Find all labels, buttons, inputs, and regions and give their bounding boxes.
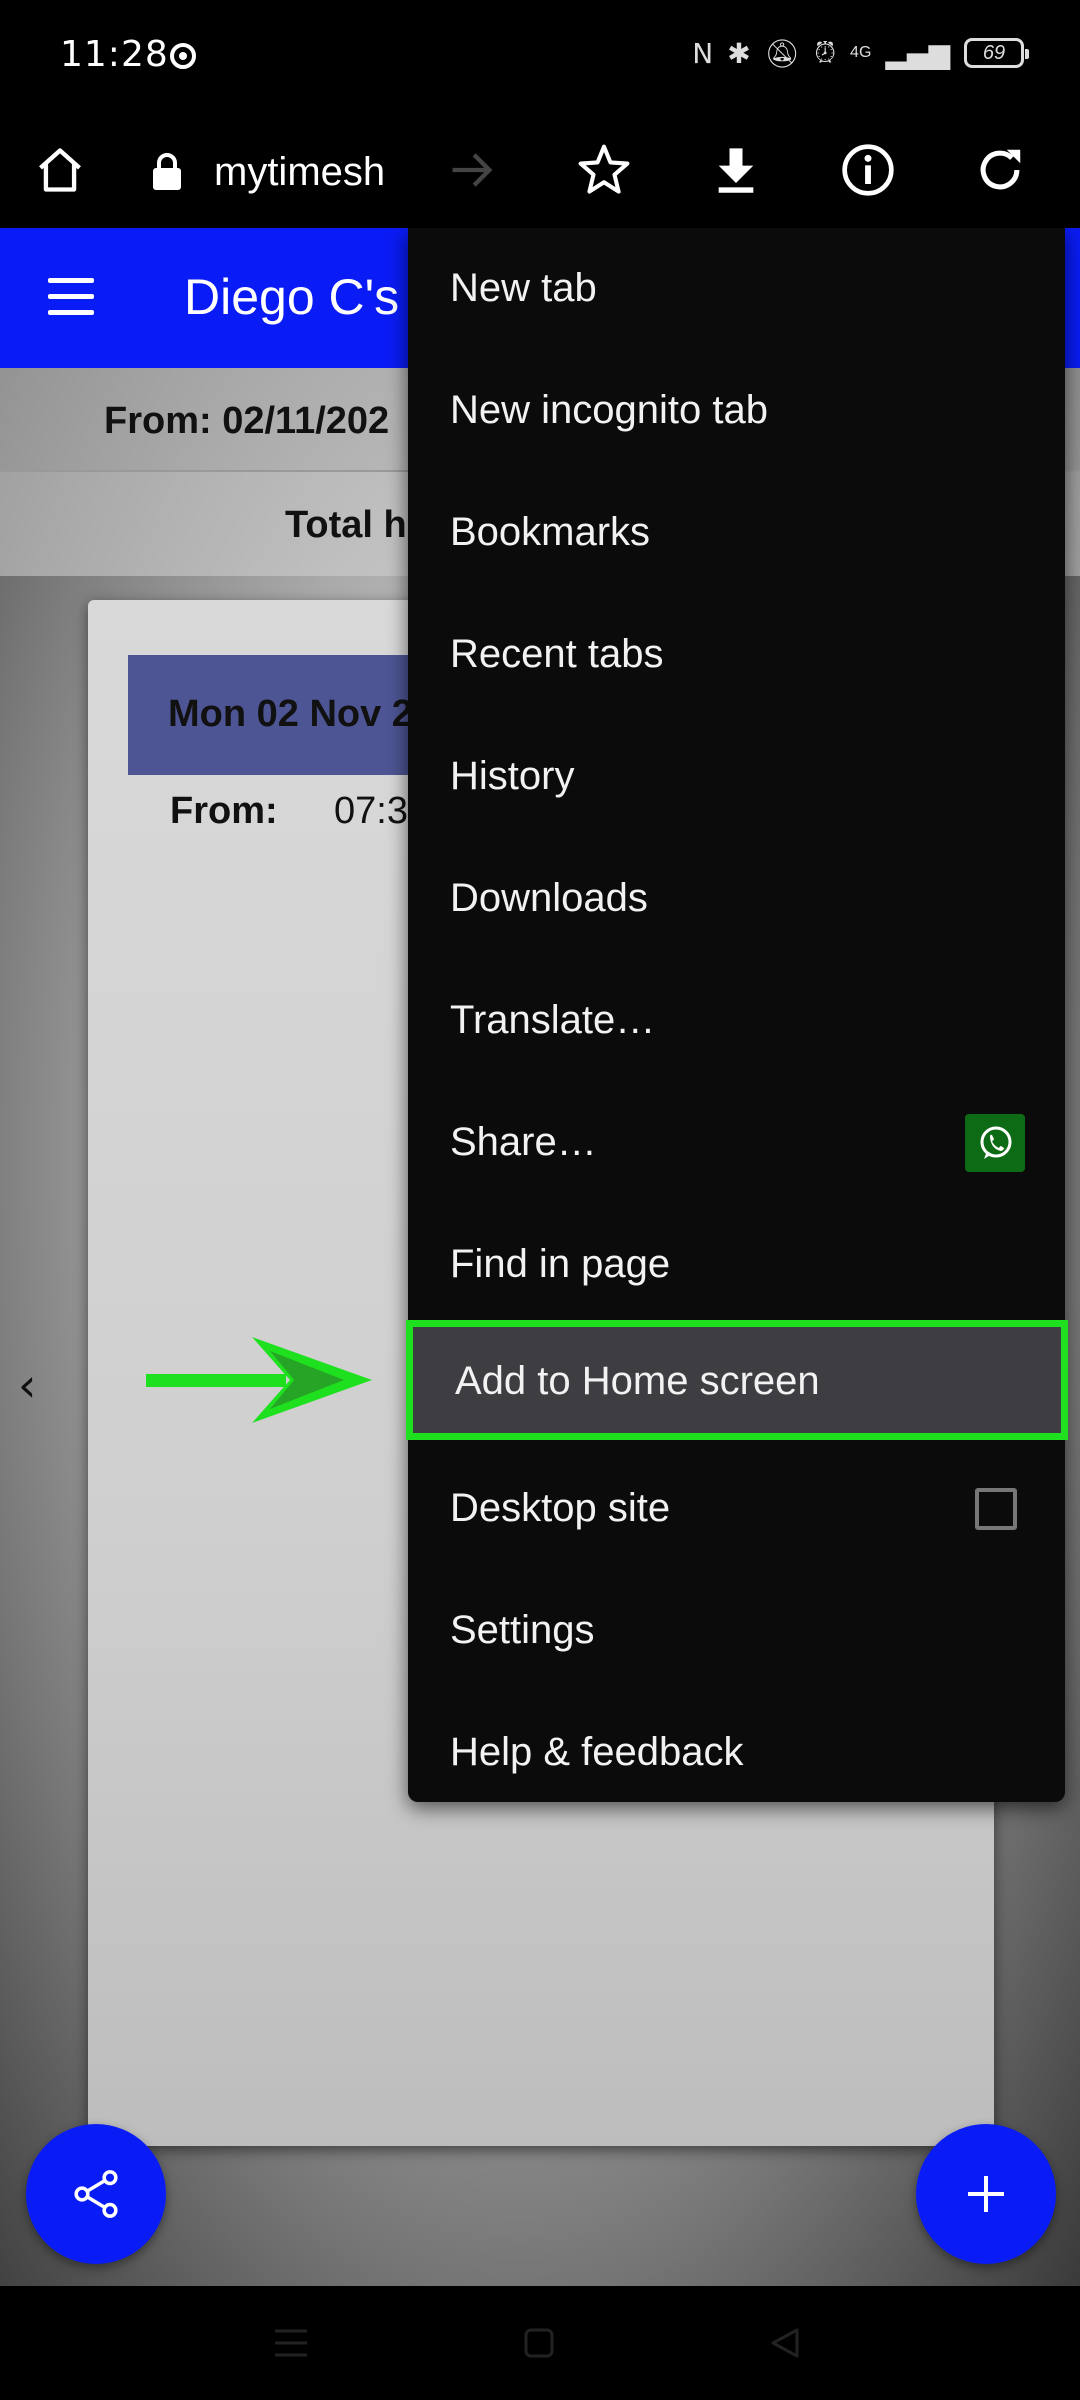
menu-item-history[interactable]: History <box>408 716 1065 838</box>
menu-item-new-incognito-tab[interactable]: New incognito tab <box>408 350 1065 472</box>
share-icon <box>74 2170 118 2218</box>
address-bar[interactable]: mytimesh <box>150 142 385 202</box>
menu-item-label: Share… <box>450 1120 597 1164</box>
menu-item-add-to-home-screen[interactable]: Add to Home screen <box>406 1320 1068 1440</box>
menu-icon[interactable] <box>48 278 94 318</box>
star-icon[interactable] <box>568 134 640 206</box>
add-button[interactable] <box>916 2124 1056 2264</box>
menu-item-label: Translate… <box>450 998 656 1042</box>
mute-icon: 🔕︎ <box>764 36 801 70</box>
chevron-left-icon[interactable]: ‹ <box>18 1358 36 1412</box>
info-icon[interactable] <box>832 134 904 206</box>
menu-item-share[interactable]: Share… <box>408 1082 1065 1204</box>
plus-icon <box>968 2176 1004 2212</box>
menu-item-settings[interactable]: Settings <box>408 1570 1065 1692</box>
menu-item-label: Desktop site <box>450 1486 671 1530</box>
menu-item-label: Settings <box>450 1608 595 1652</box>
date-range-text: From: 02/11/202 <box>104 400 390 442</box>
menu-item-label: History <box>450 754 575 798</box>
signal-icon: ▂▄▆ <box>885 36 950 70</box>
whatsapp-icon[interactable] <box>965 1114 1025 1172</box>
menu-item-label: Find in page <box>450 1242 671 1286</box>
annotation-arrow-icon <box>146 1337 372 1423</box>
overflow-menu: New tab New incognito tab Bookmarks Rece… <box>406 228 1068 1802</box>
status-bar: 11:28 N ✱ 🔕︎ ⏰︎ 4G ▂▄▆ 69 <box>0 0 1080 112</box>
page-title: Diego C's <box>184 269 400 325</box>
status-icons: N ✱ 🔕︎ ⏰︎ 4G ▂▄▆ 69 <box>692 36 1029 70</box>
from-time: 07:3 <box>334 790 408 832</box>
menu-item-find-in-page[interactable]: Find in page <box>408 1204 1065 1326</box>
nfc-icon: N <box>692 36 714 70</box>
menu-item-label: Downloads <box>450 876 648 920</box>
notification-icon <box>170 43 196 69</box>
menu-item-label: Add to Home screen <box>455 1359 820 1403</box>
alarm-icon: ⏰︎ <box>814 36 837 69</box>
from-label: From: <box>170 790 278 832</box>
menu-item-downloads[interactable]: Downloads <box>408 838 1065 960</box>
download-icon[interactable] <box>700 134 772 206</box>
network-type: 4G <box>850 44 872 61</box>
status-time: 11:28 <box>60 34 169 75</box>
menu-item-label: Recent tabs <box>450 632 664 676</box>
share-button[interactable] <box>26 2124 166 2264</box>
menu-item-label: Bookmarks <box>450 510 651 554</box>
menu-item-label: Help & feedback <box>450 1730 744 1774</box>
menu-item-help-feedback[interactable]: Help & feedback <box>408 1692 1065 1814</box>
system-nav-bar <box>0 2286 1080 2400</box>
day-label: Mon 02 Nov 2 <box>168 693 413 735</box>
battery-icon: 69 <box>964 38 1029 68</box>
menu-item-recent-tabs[interactable]: Recent tabs <box>408 594 1065 716</box>
home-icon[interactable] <box>24 134 96 206</box>
desktop-site-checkbox[interactable] <box>975 1488 1017 1530</box>
refresh-icon[interactable] <box>964 134 1036 206</box>
menu-item-desktop-site[interactable]: Desktop site <box>408 1448 1065 1570</box>
menu-item-bookmarks[interactable]: Bookmarks <box>408 472 1065 594</box>
total-hours-text: Total h <box>285 504 407 546</box>
menu-item-label: New tab <box>450 266 597 310</box>
menu-item-new-tab[interactable]: New tab <box>408 228 1065 350</box>
recents-icon[interactable] <box>266 2318 316 2368</box>
lock-icon <box>153 153 181 190</box>
forward-icon[interactable] <box>436 134 508 206</box>
browser-toolbar: mytimesh <box>0 112 1080 228</box>
url-text: mytimesh <box>214 149 386 194</box>
back-icon[interactable] <box>760 2318 810 2368</box>
menu-item-translate[interactable]: Translate… <box>408 960 1065 1082</box>
bluetooth-icon: ✱ <box>727 36 751 70</box>
menu-item-label: New incognito tab <box>450 388 768 432</box>
home-nav-icon[interactable] <box>514 2318 564 2368</box>
